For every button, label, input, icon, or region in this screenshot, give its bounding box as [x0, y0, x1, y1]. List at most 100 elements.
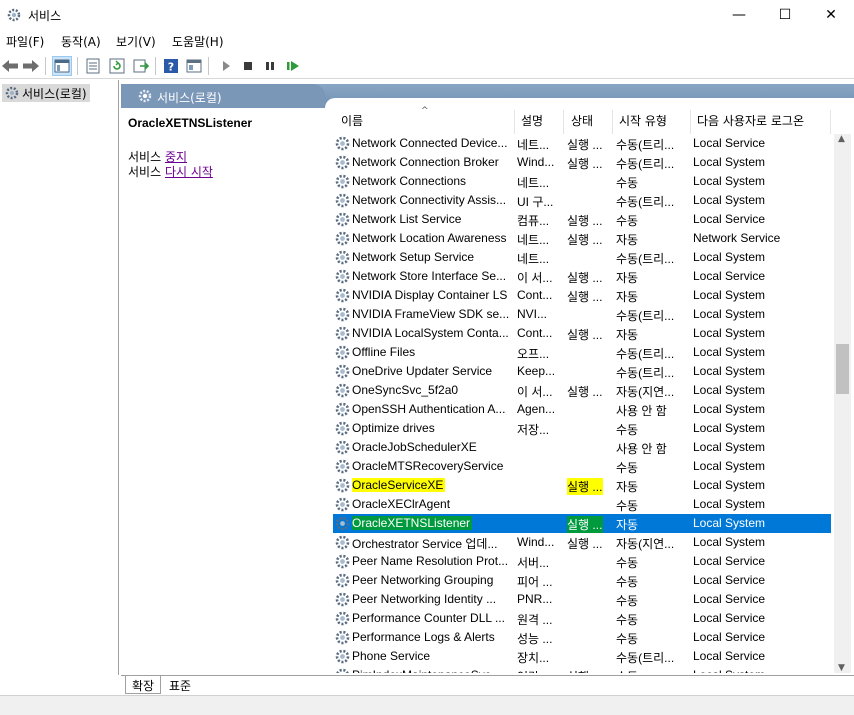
back-icon[interactable]: [0, 56, 20, 76]
service-row[interactable]: Peer Networking Grouping 피어 ... 수동 Local Se…: [333, 571, 831, 590]
column-separator[interactable]: [690, 110, 691, 134]
service-startup-type: 수동: [616, 556, 639, 570]
service-row[interactable]: Peer Name Resolution Prot... 서버... 수동 Local…: [333, 552, 831, 571]
service-row[interactable]: Network Setup Service 네트... 수동(트리... Local …: [333, 248, 831, 267]
service-row[interactable]: Network List Service 컴퓨... 실행 ... 수동 Local S…: [333, 210, 831, 229]
vertical-scrollbar[interactable]: ▲ ▼: [834, 134, 851, 673]
column-header-logon-as[interactable]: 다음 사용자로 로그온: [697, 112, 804, 134]
tree-item-services-local[interactable]: 서비스(로컬): [2, 84, 90, 102]
service-name: Network Connected Device...: [352, 136, 508, 150]
service-row[interactable]: OneSyncSvc_5f2a0 이 서... 실행 ... 자동(지연... Loca…: [333, 381, 831, 400]
service-startup-type: 자동: [616, 328, 639, 342]
menu-action[interactable]: 동작(A): [61, 33, 101, 50]
column-separator[interactable]: [563, 110, 564, 134]
service-description: Wind...: [517, 535, 555, 549]
stop-service-link[interactable]: 중지: [165, 150, 187, 164]
service-name: NVIDIA FrameView SDK se...: [352, 307, 510, 321]
service-startup-type: 자동: [616, 290, 639, 304]
service-logon-as: Local System: [693, 307, 766, 321]
services-gear-icon: [7, 8, 21, 22]
close-button[interactable]: ✕: [808, 0, 854, 30]
menu-view[interactable]: 보기(V): [116, 33, 156, 50]
column-header-startup-type[interactable]: 시작 유형: [619, 112, 667, 134]
help-icon[interactable]: ?: [161, 56, 181, 76]
service-row[interactable]: NVIDIA Display Container LS Cont... 실행 ...…: [333, 286, 831, 305]
menu-file[interactable]: 파일(F): [6, 33, 44, 50]
service-description: 피어 ...: [517, 575, 553, 589]
service-status: 실행 ...: [567, 668, 609, 673]
description-panel: OracleXETNSListener 서비스 중지 서비스 다시 시작: [121, 108, 325, 673]
service-row[interactable]: OpenSSH Authentication A... Agen... 사용 안 함…: [333, 400, 831, 419]
service-gear-icon: [334, 629, 351, 646]
column-name-label: 이름: [341, 114, 364, 128]
service-row[interactable]: OracleXEClrAgent 수동 Local System: [333, 495, 831, 514]
service-row[interactable]: OracleXETNSListener 실행 ... 자동 Local System: [333, 514, 831, 533]
tab-extended[interactable]: 확장: [125, 676, 162, 694]
service-description: 이 서...: [517, 385, 553, 399]
toolbar-separator: [45, 57, 46, 75]
service-logon-as: Local System: [693, 288, 766, 302]
service-description: 컴퓨...: [517, 214, 550, 228]
service-row[interactable]: Network Connection Broker Wind... 실행 ... 수동…: [333, 153, 831, 172]
scroll-down-arrow-icon[interactable]: ▼: [838, 663, 845, 673]
service-row[interactable]: Network Connections 네트... 수동 Local System: [333, 172, 831, 191]
service-name: OracleServiceXE: [352, 478, 446, 492]
service-description: UI 구...: [517, 195, 554, 209]
service-gear-icon: [334, 268, 351, 285]
service-row[interactable]: Phone Service 장치... 수동(트리... Local Service: [333, 647, 831, 666]
service-gear-icon: [334, 230, 351, 247]
service-row[interactable]: Network Store Interface Se... 이 서... 실행 ..…: [333, 267, 831, 286]
service-row[interactable]: OracleMTSRecoveryService 수동 Local System: [333, 457, 831, 476]
pause-icon[interactable]: [260, 56, 280, 76]
service-row[interactable]: NVIDIA LocalSystem Conta... Cont... 실행 ...…: [333, 324, 831, 343]
service-description: Cont...: [517, 326, 553, 340]
column-separator[interactable]: [612, 110, 613, 134]
service-name: Performance Counter DLL ...: [352, 611, 505, 625]
service-row[interactable]: NVIDIA FrameView SDK se... NVI... 수동(트리...…: [333, 305, 831, 324]
restart-icon[interactable]: [283, 56, 303, 76]
service-row[interactable]: Performance Counter DLL ... 원격 ... 수동 Local…: [333, 609, 831, 628]
service-gear-icon: [334, 420, 351, 437]
minimize-button[interactable]: —: [716, 0, 762, 30]
service-row[interactable]: Performance Logs & Alerts 성능 ... 수동 Local S…: [333, 628, 831, 647]
column-separator[interactable]: [514, 110, 515, 134]
refresh-icon[interactable]: [107, 56, 127, 76]
service-name: Offline Files: [352, 345, 416, 359]
forward-icon[interactable]: [21, 56, 41, 76]
service-row[interactable]: Optimize drives 저장... 수동 Local System: [333, 419, 831, 438]
service-startup-type: 수동: [616, 668, 688, 673]
restart-service-link[interactable]: 다시 시작: [165, 165, 213, 179]
view-icon[interactable]: [184, 56, 204, 76]
service-row[interactable]: Offline Files 오프... 수동(트리... Local System: [333, 343, 831, 362]
stop-icon[interactable]: [238, 56, 258, 76]
service-logon-as: Network Service: [693, 231, 781, 245]
maximize-button[interactable]: ☐: [762, 0, 808, 30]
service-startup-type: 수동: [616, 176, 639, 190]
properties-icon[interactable]: [83, 56, 103, 76]
column-header-description[interactable]: 설명: [521, 112, 543, 134]
column-header-status[interactable]: 상태: [571, 112, 593, 134]
column-separator[interactable]: [830, 110, 831, 134]
service-row[interactable]: OneDrive Updater Service Keep... 수동(트리... L…: [333, 362, 831, 381]
service-row[interactable]: Peer Networking Identity ... PNR... 수동 Loca…: [333, 590, 831, 609]
service-status: 실행 ...: [567, 385, 603, 399]
menu-help[interactable]: 도움말(H): [172, 33, 224, 50]
start-icon[interactable]: [216, 56, 236, 76]
service-logon-as: Local Service: [693, 611, 766, 625]
scroll-up-arrow-icon[interactable]: ▲: [838, 134, 845, 144]
console-tree-icon[interactable]: [52, 56, 72, 76]
service-row[interactable]: PimIndexMaintenanceSvc... 연락... 실행 ... 수동 Lo…: [333, 666, 831, 673]
service-row[interactable]: Network Connectivity Assis... UI 구... 수동(트…: [333, 191, 831, 210]
service-row[interactable]: OracleServiceXE 실행 ... 자동 Local System: [333, 476, 831, 495]
tab-standard[interactable]: 표준: [163, 676, 197, 694]
service-row[interactable]: Orchestrator Service 업데... Wind... 실행 ... 자…: [333, 533, 831, 552]
service-row[interactable]: Network Location Awareness 네트... 실행 ... 자동 N…: [333, 229, 831, 248]
service-logon-as: Local System: [693, 459, 766, 473]
export-icon[interactable]: [131, 56, 151, 76]
service-gear-icon: [334, 287, 351, 304]
column-header-name[interactable]: 이름 ^: [341, 106, 429, 134]
service-row[interactable]: OracleJobSchedulerXE 사용 안 함 Local System: [333, 438, 831, 457]
scroll-thumb[interactable]: [836, 344, 849, 394]
service-description: Keep...: [517, 364, 556, 378]
service-row[interactable]: Network Connected Device... 네트... 실행 ... 수동…: [333, 134, 831, 153]
